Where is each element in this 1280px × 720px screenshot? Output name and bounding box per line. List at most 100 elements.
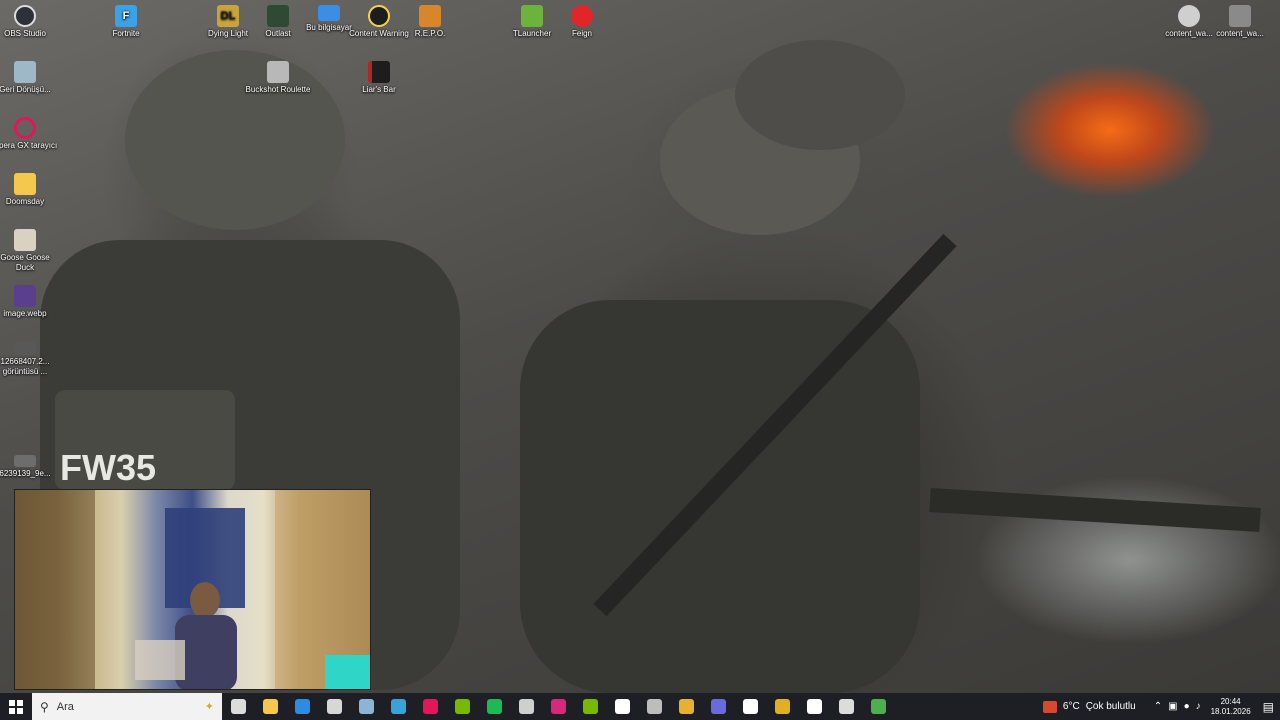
taskbar-app-button[interactable] — [606, 693, 638, 720]
notification-center-icon[interactable]: ▤ — [1263, 700, 1274, 714]
icon-label: Feign — [571, 29, 592, 38]
system-tray: 6°C Çok bulutlu ⌃ ▣ ● ♪ 20:44 18.01.2026… — [1042, 697, 1280, 717]
taskbar: ⚲ Ara ✦ 6°C Çok bulutlu ⌃ ▣ ● ♪ 20:44 18… — [0, 693, 1280, 720]
opera-gx-icon — [422, 699, 438, 714]
geforce-icon — [582, 699, 598, 714]
tiktok-icon — [806, 699, 822, 714]
task-view-icon — [230, 699, 246, 714]
network-icon[interactable]: ▣ — [1168, 701, 1177, 712]
content-file-icon — [1178, 5, 1200, 27]
desktop-icon-recycle-bin[interactable]: Geri Dönüşü... — [0, 61, 59, 95]
taskbar-app-button[interactable] — [638, 693, 670, 720]
obs-icon — [14, 5, 36, 27]
clock[interactable]: 20:44 18.01.2026 — [1211, 697, 1251, 717]
mail-icon — [294, 699, 310, 714]
taskbar-search-box[interactable]: ⚲ Ara ✦ — [32, 693, 222, 720]
taskbar-app-button[interactable] — [382, 693, 414, 720]
show-hidden-icons-chevron-icon[interactable]: ⌃ — [1154, 701, 1162, 712]
this-pc-icon — [318, 5, 340, 21]
desktop-icon-image-webp[interactable]: image.webp — [0, 285, 59, 319]
desktop-icon-6239139[interactable]: 6239139_9e... — [0, 455, 59, 479]
weather-temperature[interactable]: 6°C — [1063, 701, 1080, 712]
desktop-icon-fortnite[interactable]: F Fortnite — [92, 5, 160, 39]
icon-label: Opera GX tarayıcı — [0, 141, 58, 150]
dc-icon — [742, 699, 758, 714]
taskbar-app-button[interactable] — [702, 693, 734, 720]
taskbar-app-button[interactable] — [670, 693, 702, 720]
desktop-icon-goose-goose-duck[interactable]: Goose Goose Duck — [0, 229, 59, 273]
opera-gx-icon — [14, 117, 36, 139]
taskbar-app-button[interactable] — [318, 693, 350, 720]
image-file-icon — [14, 285, 36, 307]
epic-games-icon — [838, 699, 854, 714]
folder-icon — [14, 173, 36, 195]
icon-label: 6239139_9e... — [0, 469, 51, 478]
obs-icon — [518, 699, 534, 714]
taskbar-app-button[interactable] — [350, 693, 382, 720]
desktop-icon-feign[interactable]: Feign — [548, 5, 616, 39]
taskbar-app-button[interactable] — [574, 693, 606, 720]
desktop-wallpaper: FW35 OBS Studio Geri Dönüşü... Opera GX … — [0, 0, 1280, 693]
taskbar-app-button[interactable] — [222, 693, 254, 720]
volume-icon[interactable]: ♪ — [1196, 701, 1201, 712]
microphone-icon[interactable]: ● — [1184, 701, 1190, 712]
icon-label: image.webp — [3, 309, 47, 318]
taskbar-app-button[interactable] — [510, 693, 542, 720]
repo-icon — [419, 5, 441, 27]
search-placeholder: Ara — [56, 700, 74, 713]
desktop-icon-buckshot-roulette[interactable]: Buckshot Roulette — [244, 61, 312, 95]
fortnite-icon: F — [115, 5, 137, 27]
taskbar-app-button[interactable] — [766, 693, 798, 720]
desktop-icon-screenshot-12668407[interactable]: 12668407.2... görüntüsü ... — [0, 341, 59, 377]
icon-label: 12668407.2... görüntüsü ... — [0, 357, 50, 376]
feign-icon — [571, 5, 593, 27]
taskbar-app-button[interactable] — [734, 693, 766, 720]
start-button[interactable] — [0, 693, 32, 720]
buckshot-roulette-icon — [267, 61, 289, 83]
taskbar-app-button[interactable] — [830, 693, 862, 720]
icon-label: R.E.P.O. — [414, 29, 446, 38]
chrome-icon — [678, 699, 694, 714]
taskbar-app-button[interactable] — [798, 693, 830, 720]
taskbar-app-button[interactable] — [414, 693, 446, 720]
taskbar-app-button[interactable] — [542, 693, 574, 720]
taskbar-app-button[interactable] — [862, 693, 894, 720]
desktop-icon-obs-studio[interactable]: OBS Studio — [0, 5, 59, 39]
desktop-icon-doomsday[interactable]: Doomsday — [0, 173, 59, 207]
clock-date: 18.01.2026 — [1210, 706, 1251, 716]
webcam-overlay — [14, 489, 371, 690]
teams-icon — [326, 699, 342, 714]
weather-icon[interactable] — [1042, 700, 1057, 713]
icon-label: Doomsday — [5, 197, 45, 206]
desktop-icon-repo[interactable]: R.E.P.O. — [396, 5, 464, 39]
webcam-scene — [15, 490, 370, 689]
icon-label: content_wa... — [1216, 29, 1264, 38]
audio-app-icon — [710, 699, 726, 714]
search-icon: ⚲ — [40, 699, 49, 714]
goose-goose-duck-icon — [14, 229, 36, 251]
taskbar-app-button[interactable] — [478, 693, 510, 720]
taskbar-app-button[interactable] — [254, 693, 286, 720]
desktop-icon-liars-bar[interactable]: Liar's Bar — [345, 61, 413, 95]
clock-time: 20:44 — [1220, 696, 1241, 706]
taskbar-pinned-apps — [222, 693, 894, 720]
desktop-icon-content-file-2[interactable]: content_wa... — [1206, 5, 1274, 39]
tlauncher-icon — [521, 5, 543, 27]
microphone-app-icon — [646, 699, 662, 714]
dying-light-icon: DL — [217, 5, 239, 27]
image-thumbnail-icon — [14, 341, 36, 355]
windows-logo-icon — [9, 699, 23, 714]
image-thumbnail-icon — [14, 455, 36, 467]
content-warning-icon — [368, 5, 390, 27]
search-highlight-icon: ✦ — [204, 701, 214, 713]
instagram-icon — [550, 699, 566, 714]
outlast-icon — [267, 5, 289, 27]
taskbar-app-button[interactable] — [286, 693, 318, 720]
nvidia-icon — [454, 699, 470, 714]
icon-label: OBS Studio — [4, 29, 46, 38]
taskbar-app-button[interactable] — [446, 693, 478, 720]
icon-label: Goose Goose Duck — [0, 253, 50, 272]
tlauncher-icon — [870, 699, 886, 714]
weather-condition[interactable]: Çok bulutlu — [1086, 701, 1136, 712]
desktop-icon-opera-gx[interactable]: Opera GX tarayıcı — [0, 117, 59, 151]
